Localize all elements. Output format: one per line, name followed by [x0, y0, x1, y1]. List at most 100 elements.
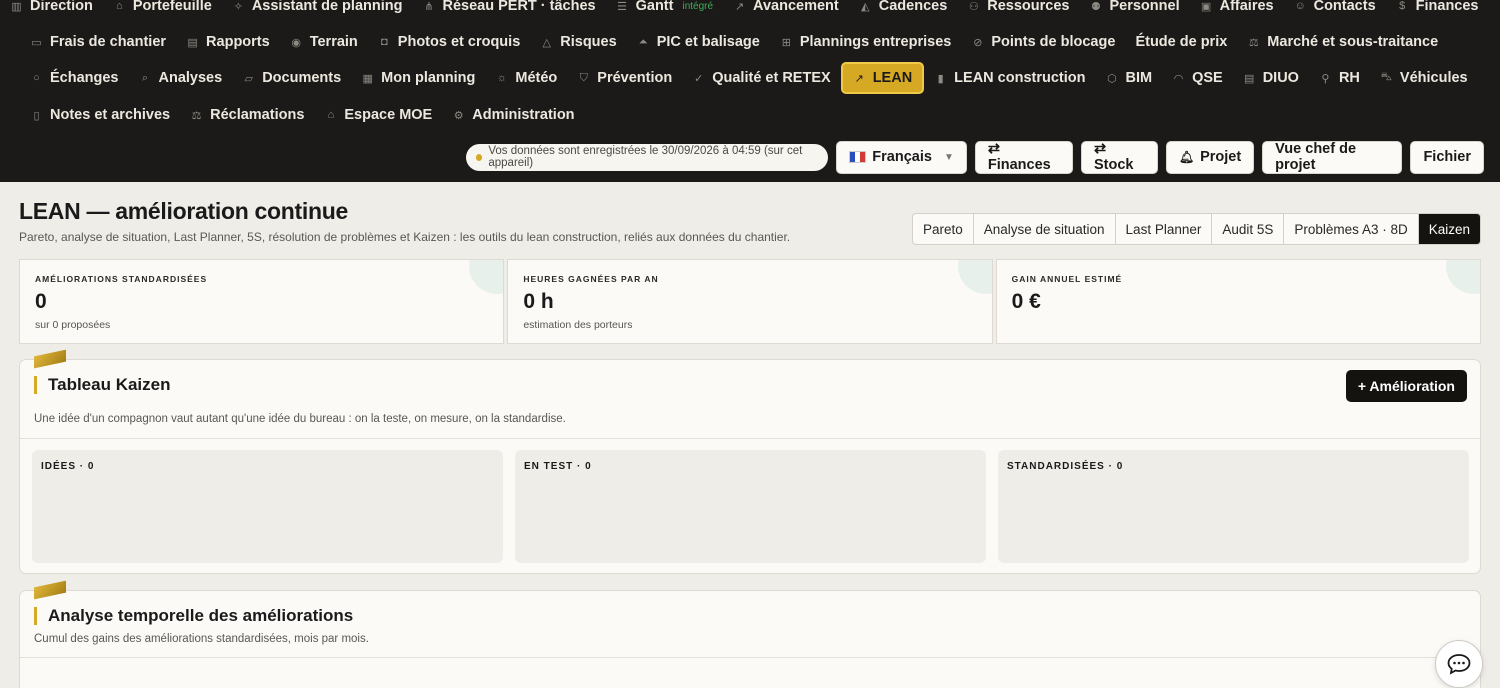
tab-audit-5s[interactable]: Audit 5S [1212, 214, 1285, 244]
column-header: Standardisées · 0 [1007, 461, 1124, 472]
camera-icon: ◘ [380, 36, 388, 48]
bell-icon: 🔔︎ [1178, 150, 1195, 164]
nav-item-espace-moe[interactable]: ⌂ Espace MOE [314, 99, 442, 131]
nav-item-label: Portefeuille [132, 0, 212, 14]
nav-item-cadences[interactable]: ◭ Cadences [849, 0, 958, 22]
nav-item-risques[interactable]: △ Risques [530, 26, 626, 58]
card-divider [20, 438, 1480, 439]
stock-button[interactable]: ⇄ Stock [1081, 140, 1158, 174]
nav-item-direction[interactable]: ▥ Direction [0, 0, 103, 22]
nav-item-pic-et-balisage[interactable]: ⏶ PIC et balisage [627, 26, 770, 58]
fichier-button[interactable]: Fichier [1410, 140, 1484, 174]
nav-item-mon-planning[interactable]: ▦ Mon planning [351, 62, 485, 94]
nav-item-rh[interactable]: ⚲ RH [1309, 62, 1370, 94]
stat-card-hours: Heures gagnées par an 0 h estimation des… [507, 259, 993, 344]
trend-icon: ↗ [854, 72, 864, 85]
nav-item-diuo[interactable]: ▤ DIUO [1233, 62, 1309, 94]
analyse-title: Analyse temporelle des améliorations [34, 607, 353, 625]
nav-item-documents[interactable]: ▱ Documents [232, 62, 351, 94]
card-ribbon [34, 349, 66, 369]
stat-label: Heures gagnées par an [523, 274, 659, 284]
nav-item-points-de-blocage[interactable]: ⊘ Points de blocage [961, 26, 1125, 58]
nav-item-reseau-pert-taches[interactable]: ⋔ Réseau PERT · tâches [412, 0, 605, 22]
add-improvement-button[interactable]: + Amélioration [1345, 370, 1467, 402]
tab-analyse-de-situation[interactable]: Analyse de situation [974, 214, 1116, 244]
nav-item-photos-et-croquis[interactable]: ◘ Photos et croquis [368, 26, 530, 58]
nav-item-label: Marché et sous-traitance [1267, 34, 1439, 50]
nav-item-lean[interactable]: ↗ LEAN [840, 62, 925, 94]
finances-button[interactable]: ⇄ Finances [974, 140, 1074, 174]
nav-item-assistant-de-planning[interactable]: ✧ Assistant de planning [222, 0, 413, 22]
nav-item-label: Mon planning [381, 70, 476, 86]
nav-item-ressources[interactable]: ⚇ Ressources [957, 0, 1079, 22]
tab-last-planner[interactable]: Last Planner [1116, 214, 1213, 244]
nav-item-qualite-et-retex[interactable]: ✓ Qualité et RETEX [682, 62, 840, 94]
helmet-icon: ◠ [1173, 72, 1184, 85]
nav-item-meteo[interactable]: ☼ Météo [485, 62, 567, 94]
kaizen-column-standardized: Standardisées · 0 [998, 450, 1469, 563]
folder-icon: ▱ [244, 72, 253, 85]
nav-item-label: Notes et archives [50, 107, 171, 123]
nav-item-label: Avancement [753, 0, 839, 14]
tab-kaizen[interactable]: Kaizen [1418, 214, 1480, 244]
nav-item-frais-de-chantier[interactable]: ▭ Frais de chantier [20, 26, 176, 58]
nav-item-gantt[interactable]: ☰ Gantt intégré [606, 0, 723, 22]
chat-button[interactable] [1435, 640, 1483, 688]
nav-row-3: ○ Échanges ⌕ Analyses ▱ Documents ▦ Mon plannin… [0, 60, 1500, 96]
nav-item-label: Contacts [1313, 0, 1376, 14]
nav-item-label: Points de blocage [991, 34, 1116, 50]
nav-item-notes-et-archives[interactable]: ▯ Notes et archives [20, 99, 180, 131]
language-select[interactable]: Français ▼ [836, 140, 967, 174]
decorative-circle [1445, 260, 1480, 294]
nav-item-personnel[interactable]: ⚉ Personnel [1079, 0, 1189, 22]
nav-item-lean-construction[interactable]: ▮ LEAN construction [924, 62, 1095, 94]
dollar-icon: $ [1399, 0, 1406, 12]
calendar-icon: ▦ [362, 72, 373, 85]
nav-item-label: PIC et balisage [656, 34, 760, 50]
action-bar: Vos données sont enregistrées le 30/09/2… [466, 139, 1484, 175]
nav-item-affaires[interactable]: ▣ Affaires [1190, 0, 1284, 22]
kaizen-title: Tableau Kaizen [34, 376, 171, 394]
nav-item-portefeuille[interactable]: ⌂ Portefeuille [103, 0, 222, 22]
cone-icon: ⏶ [638, 35, 648, 48]
nav-item-marche-et-sous-traitance[interactable]: ⚖ Marché et sous-traitance [1237, 26, 1448, 58]
nav-item-label: Analyses [158, 70, 223, 86]
chat-icon: ○ [33, 72, 40, 84]
nav-item-finances[interactable]: $ Finances [1386, 0, 1489, 22]
chat-bubble-icon [1447, 654, 1471, 675]
nav-item-administration[interactable]: ⚙ Administration [442, 99, 584, 131]
top-navigation-bar: ▥ Direction ⌂ Portefeuille ✧ Assistant de pla… [0, 0, 1500, 182]
nav-item-bim[interactable]: ⬡ BIM [1095, 62, 1162, 94]
nav-item-prevention[interactable]: ⛉ Prévention [567, 62, 682, 94]
scale-icon: ⚖ [1248, 36, 1259, 49]
nav-item-rapports[interactable]: ▤ Rapports [176, 26, 280, 58]
nav-item-label: LEAN construction [954, 70, 1086, 86]
nav-item-echanges[interactable]: ○ Échanges [20, 62, 129, 94]
chef-de-projet-button[interactable]: Vue chef de projet [1262, 140, 1403, 174]
projet-button[interactable]: 🔔︎ Projet [1165, 140, 1255, 174]
nav-item-plannings-entreprises[interactable]: ⊞ Plannings entreprises [770, 26, 962, 58]
nav-row-2: ▭ Frais de chantier ▤ Rapports ◉ Terrain ◘ Phot… [0, 24, 1500, 60]
nav-item-avancement[interactable]: ↗ Avancement [723, 0, 849, 22]
nav-item-label: Échanges [50, 70, 119, 86]
nav-item-label: Assistant de planning [251, 0, 403, 14]
tab-pareto[interactable]: Pareto [913, 214, 974, 244]
nav-item-contacts[interactable]: ☺ Contacts [1284, 0, 1386, 22]
analyse-card: Analyse temporelle des améliorations Cum… [19, 580, 1481, 688]
nav-item-qse[interactable]: ◠ QSE [1162, 62, 1233, 94]
scale-icon: ⚖ [191, 109, 202, 122]
save-status-text: Vos données sont enregistrées le 30/09/2… [488, 145, 803, 169]
nav-item-terrain[interactable]: ◉ Terrain [280, 26, 368, 58]
kaizen-columns: Idées · 0 En test · 0 Standardisées · 0 [32, 450, 1469, 563]
french-flag-icon [849, 151, 867, 163]
cube-icon: ⬡ [1107, 72, 1117, 85]
bar-chart-icon: ▮ [937, 72, 944, 85]
column-header: En test · 0 [524, 461, 592, 472]
nav-item-vehicules[interactable]: ⛍ Véhicules [1370, 62, 1478, 94]
check-icon: ✓ [694, 72, 704, 85]
warning-icon: △ [542, 36, 551, 49]
nav-item-etude-de-prix[interactable]: Étude de prix [1125, 26, 1237, 58]
nav-item-reclamations[interactable]: ⚖ Réclamations [180, 99, 314, 131]
tab-problemes-a3-8d[interactable]: Problèmes A3 · 8D [1284, 214, 1419, 244]
nav-item-analyses[interactable]: ⌕ Analyses [129, 62, 233, 94]
